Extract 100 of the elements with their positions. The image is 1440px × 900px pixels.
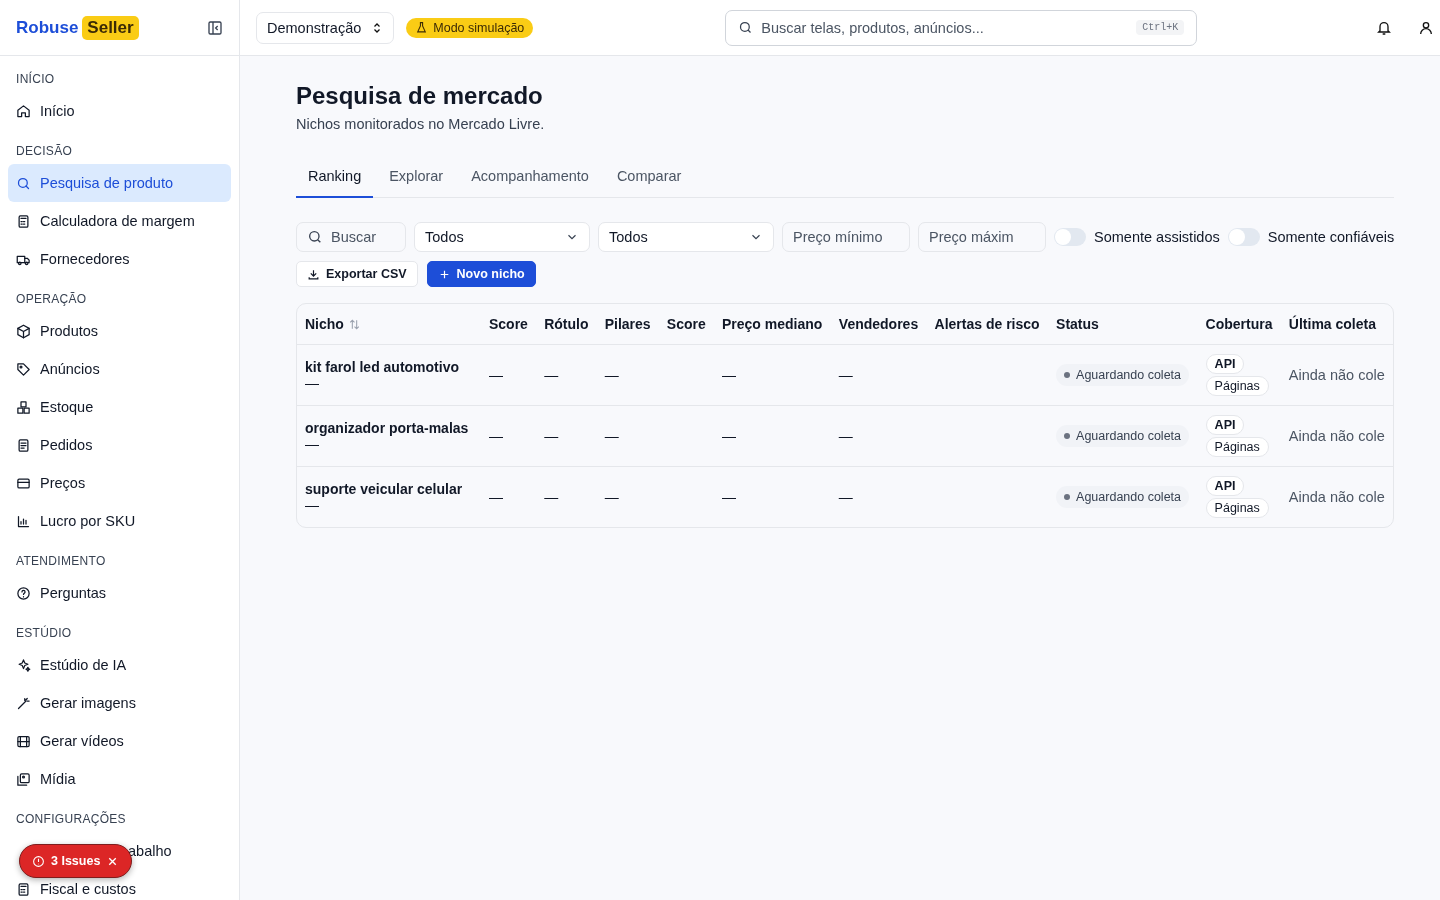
nav-icon [16,475,31,491]
column-header: Alertas de risco [934,316,1040,332]
niche-subtext: — [305,497,320,513]
toggle-switch[interactable] [1227,228,1260,246]
column-header: Cobertura [1205,316,1273,332]
alert-icon [32,854,45,868]
table-cell: — [544,367,559,383]
nav-icon [16,399,31,415]
nav-icon [16,103,31,119]
sidebar-toggle-icon[interactable] [207,19,223,36]
search-field[interactable]: Buscar telas, produtos, anúncios... Ctrl+K [725,9,1198,46]
section-heading: ATENDIMENTO [15,553,107,570]
user-icon[interactable] [1418,19,1435,36]
shortcut-hint: Ctrl+K [1136,20,1185,35]
max-price-field[interactable]: Preço máxim [918,222,1046,252]
table-cell: — [722,489,736,505]
section-heading: ESTÚDIO [15,624,73,642]
toggle-label: Somente assistidos [1094,229,1220,245]
table-cell: — [544,428,559,444]
nav-icon [16,585,31,601]
coverage-tag: API [1205,415,1245,435]
column-header: Vendedores [838,316,919,332]
coverage-tag: Páginas [1205,437,1269,457]
tab[interactable]: Explorar [377,158,456,198]
column-header: Rótulo [544,316,589,332]
search-field[interactable]: Buscar [296,222,406,252]
niche-name: kit farol led automotivo [305,359,460,375]
table-cell: — [838,367,853,383]
filter-select[interactable]: Todos [414,222,590,252]
brand-name: Robuse [16,17,79,38]
column-header: Score [489,316,528,332]
sidebar-item[interactable]: Calculadora de margem [8,202,231,240]
download-icon [307,267,320,281]
table-cell: — [604,428,619,444]
bell-icon[interactable] [1376,19,1393,36]
last-collection: Ainda não cole [1288,489,1385,505]
column-header: Status [1056,316,1099,332]
nav-icon [16,213,31,229]
table-cell: — [489,367,503,383]
nav-icon [16,175,31,191]
search-placeholder: Buscar telas, produtos, anúncios... [761,19,984,36]
flask-icon [415,21,429,34]
tab[interactable]: Ranking [296,158,374,198]
sidebar-item[interactable]: Anúncios [8,350,231,388]
nav-icon [16,881,31,897]
niche-name: suporte veicular celular [305,481,464,497]
sidebar-item[interactable]: Pedidos [8,426,231,464]
filter-select[interactable]: Todos [598,222,774,252]
nav-icon [16,657,31,673]
issues-label: 3 Issues [51,854,101,868]
sidebar-item[interactable]: Preços [8,464,231,502]
sidebar-item[interactable]: Mídia [8,760,231,798]
nav-icon [16,323,31,339]
sidebar-item[interactable]: Lucro por SKU [8,502,231,540]
sidebar-item[interactable]: Início [8,92,231,130]
table-cell: — [544,489,559,505]
sidebar-item[interactable]: Pesquisa de produto [8,164,231,202]
search-placeholder: Buscar [331,229,377,245]
search-icon [307,229,323,245]
new-niche-button[interactable]: Novo nicho [426,261,536,287]
nav-icon [16,771,31,787]
nav-icon [16,695,31,711]
min-price-field[interactable]: Preço mínimo [782,222,910,252]
last-collection: Ainda não cole [1288,428,1385,444]
table-cell: — [489,428,503,444]
toggle-label: Somente confiáveis [1267,229,1395,245]
sidebar-item[interactable]: Perguntas [8,574,231,612]
nav-icon [16,361,31,377]
niche-name: organizador porta-malas [305,420,470,436]
workspace-select[interactable]: Demonstração [256,11,395,44]
sidebar-item[interactable]: Gerar vídeos [8,722,231,760]
table-cell: — [722,367,736,383]
sidebar-item[interactable]: Fornecedores [8,240,231,278]
page-subtitle: Nichos monitorados no Mercado Livre. [296,116,546,132]
toggle-switch[interactable] [1054,228,1086,246]
sidebar-item[interactable]: Gerar imagens [8,684,231,722]
table-cell: — [604,489,619,505]
table-cell: — [722,428,736,444]
column-header[interactable]: Nicho [305,316,344,332]
column-header: Score [666,316,706,332]
status-badge: Aguardando coleta [1056,486,1190,508]
tab[interactable]: Comparar [604,158,694,198]
tab[interactable]: Acompanhamento [459,158,601,198]
coverage-tag: Páginas [1205,376,1269,396]
table-cell: — [489,489,503,505]
export-button[interactable]: Exportar CSV [296,261,418,287]
table-cell: — [604,367,619,383]
niche-subtext: — [305,436,320,452]
nav-icon [16,733,31,749]
section-heading: CONFIGURAÇÕES [15,810,127,828]
column-header: Última coleta [1288,316,1376,332]
sidebar-item[interactable]: Estoque [8,388,231,426]
sidebar-item[interactable]: Estúdio de IA [8,646,231,684]
coverage-tag: API [1205,354,1245,374]
sidebar-item[interactable]: Produtos [8,312,231,350]
coverage-tag: Páginas [1205,498,1269,518]
section-heading: DECISÃO [15,143,74,160]
column-header: Pilares [604,316,651,332]
nav-icon [16,437,31,453]
page-title: Pesquisa de mercado [296,82,544,110]
